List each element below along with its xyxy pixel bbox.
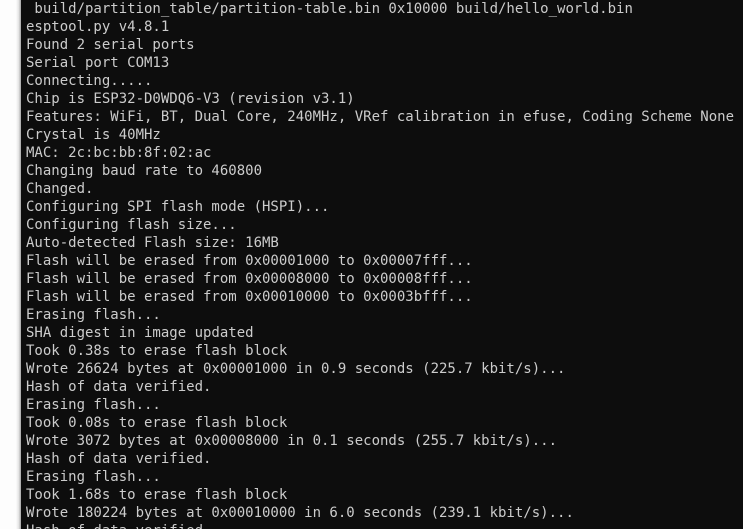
terminal-line: Configuring flash size... [26,217,237,233]
left-gutter [0,0,21,529]
terminal-line: Crystal is 40MHz [26,127,161,143]
terminal-line: Features: WiFi, BT, Dual Core, 240MHz, V… [26,109,735,125]
terminal-line: Flash will be erased from 0x00008000 to … [26,271,473,287]
terminal-line: Erasing flash... [26,469,161,485]
terminal-line: Took 0.38s to erase flash block [26,343,288,359]
terminal-line: Wrote 180224 bytes at 0x00010000 in 6.0 … [26,505,574,521]
terminal-line: Chip is ESP32-D0WDQ6-V3 (revision v3.1) [26,91,355,107]
terminal-line: Connecting..... [26,73,153,89]
terminal-line: build/partition_table/partition-table.bi… [26,1,633,17]
terminal-line: Changing baud rate to 460800 [26,163,263,179]
terminal-line: Auto-detected Flash size: 16MB [26,235,279,251]
terminal-line: Erasing flash... [26,397,161,413]
terminal-line: MAC: 2c:bc:bb:8f:02:ac [26,145,212,161]
terminal-line: Configuring SPI flash mode (HSPI)... [26,199,330,215]
terminal-window: build/partition_table/partition-table.bi… [0,0,743,529]
terminal-line: Hash of data verified. [26,451,212,467]
terminal-line: Flash will be erased from 0x00010000 to … [26,289,473,305]
terminal-line: Hash of data verified. [26,379,212,395]
terminal-line: esptool.py v4.8.1 [26,19,170,35]
terminal-line: Changed. [26,181,94,197]
terminal-pane[interactable]: build/partition_table/partition-table.bi… [21,0,743,529]
terminal-line: Flash will be erased from 0x00001000 to … [26,253,473,269]
terminal-line: Took 1.68s to erase flash block [26,487,288,503]
terminal-line: Wrote 26624 bytes at 0x00001000 in 0.9 s… [26,361,566,377]
terminal-line: Hash of data verified. [21,522,743,529]
terminal-line: Found 2 serial ports [26,37,195,53]
terminal-line: Took 0.08s to erase flash block [26,415,288,431]
terminal-line: Erasing flash... [26,307,161,323]
terminal-output-text: build/partition_table/partition-table.bi… [21,0,743,529]
terminal-line: Wrote 3072 bytes at 0x00008000 in 0.1 se… [26,433,558,449]
terminal-line: SHA digest in image updated [26,325,254,341]
terminal-line: Serial port COM13 [26,55,170,71]
